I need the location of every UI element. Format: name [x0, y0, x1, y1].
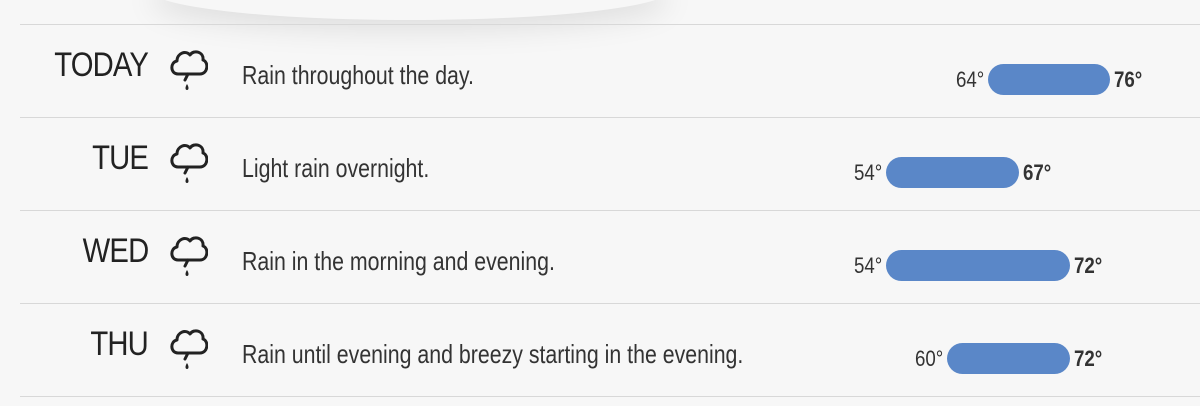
temperature-range: 64° 76°	[0, 64, 1200, 95]
temperature-range: 54° 67°	[0, 157, 1200, 188]
low-temperature: 54°	[853, 253, 882, 278]
temperature-bar	[988, 64, 1111, 95]
high-temperature: 67°	[1022, 160, 1051, 185]
forecast-row[interactable]: TUE Light rain overnight. 54° 67°	[0, 117, 1200, 210]
divider	[20, 396, 1200, 397]
header-shadow	[150, 0, 670, 20]
low-temperature: 64°	[955, 67, 984, 92]
low-temperature: 60°	[914, 346, 944, 371]
temperature-bar	[947, 343, 1070, 374]
temperature-range: 54° 72°	[0, 250, 1200, 281]
forecast-row[interactable]: THU Rain until evening and breezy starti…	[0, 303, 1200, 396]
temperature-bar	[886, 250, 1070, 281]
high-temperature: 72°	[1073, 253, 1102, 278]
low-temperature: 54°	[853, 160, 882, 185]
forecast-row[interactable]: TODAY Rain throughout the day. 64° 76°	[0, 24, 1200, 117]
temperature-range: 60° 72°	[0, 343, 1200, 374]
forecast-row[interactable]: WED Rain in the morning and evening. 54° 7…	[0, 210, 1200, 303]
temperature-bar	[886, 157, 1019, 188]
high-temperature: 72°	[1073, 346, 1102, 371]
high-temperature: 76°	[1114, 67, 1143, 92]
